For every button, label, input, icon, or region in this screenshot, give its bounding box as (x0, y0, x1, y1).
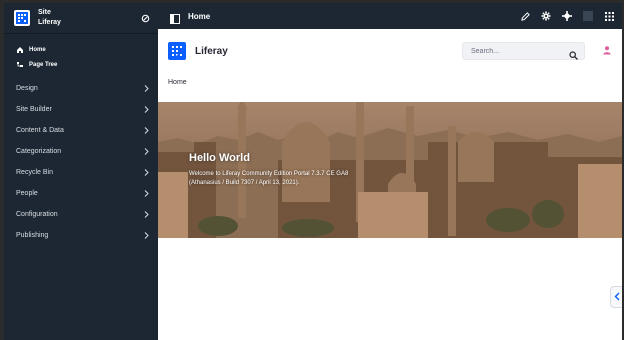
site-label: Site (38, 9, 51, 16)
chevron-right-icon (143, 106, 150, 113)
chevron-right-icon (143, 232, 150, 239)
sidebar-item-site-builder[interactable]: Site Builder (4, 99, 158, 120)
sidebar-item-people[interactable]: People (4, 183, 158, 204)
gear-icon[interactable] (541, 11, 551, 21)
site-header: Liferay (158, 29, 622, 76)
banner-description-line2: (Athanasius / Build 7307 / April 13, 202… (189, 180, 300, 186)
site-selector[interactable]: Site Liferay (4, 3, 158, 34)
sidebar-toggle-icon[interactable] (170, 11, 180, 24)
sidebar-item-categorization[interactable]: Categorization (4, 141, 158, 162)
sidebar-item-label: Content & Data (16, 127, 64, 134)
chevron-right-icon (143, 127, 150, 134)
user-avatar-icon[interactable] (600, 43, 614, 57)
side-panel-toggle[interactable] (610, 286, 622, 308)
sidebar-item-label: Design (16, 85, 38, 92)
search-bar (462, 42, 585, 60)
site-logo-icon (14, 10, 30, 26)
banner-title: Hello World (189, 152, 250, 164)
sidebar-item-label: Publishing (16, 232, 49, 239)
sidebar-item-label: Page Tree (29, 61, 58, 68)
chevron-right-icon (143, 169, 150, 176)
sidebar-item-label: Categorization (16, 148, 62, 155)
sidebar-item-recycle-bin[interactable]: Recycle Bin (4, 162, 158, 183)
sidebar-item-configuration[interactable]: Configuration (4, 204, 158, 225)
browser-viewport: Site Liferay Home Page Tree Design Site … (4, 3, 622, 340)
sidebar-item-label: Configuration (16, 211, 58, 218)
chevron-right-icon (143, 211, 150, 218)
sidebar-item-label: Recycle Bin (16, 169, 53, 176)
page-title: Home (188, 11, 211, 21)
chevron-right-icon (143, 148, 150, 155)
sidebar-item-publishing[interactable]: Publishing (4, 225, 158, 246)
liferay-logo-icon (168, 42, 186, 60)
sidebar-item-label: Site Builder (16, 106, 52, 113)
apps-grid-icon[interactable] (604, 11, 614, 21)
breadcrumb[interactable]: Home (168, 79, 187, 86)
divider (583, 11, 593, 21)
sidebar-item-label: Home (29, 46, 46, 53)
sidebar-item-home[interactable]: Home (4, 42, 158, 57)
banner-description-line1: Welcome to Liferay Community Edition Por… (189, 171, 349, 177)
edit-icon[interactable] (520, 11, 530, 21)
control-menu: Home (158, 3, 622, 29)
search-input[interactable] (471, 47, 569, 55)
chevron-right-icon (143, 190, 150, 197)
hero-banner: Hello World Welcome to Liferay Community… (158, 102, 622, 238)
sidebar-item-content-data[interactable]: Content & Data (4, 120, 158, 141)
sidebar-item-design[interactable]: Design (4, 78, 158, 99)
chevron-left-icon (614, 288, 620, 306)
brand-link[interactable]: Liferay (168, 42, 228, 60)
simulation-icon[interactable] (562, 11, 572, 21)
sidebar-item-page-tree[interactable]: Page Tree (4, 57, 158, 72)
home-icon (16, 46, 24, 54)
chevron-right-icon (143, 85, 150, 92)
search-icon[interactable] (569, 47, 578, 60)
page-tree-icon (16, 61, 24, 69)
site-name: Liferay (38, 19, 61, 26)
brand-name: Liferay (195, 45, 228, 57)
site-settings-icon[interactable] (140, 13, 150, 23)
sidebar-item-label: People (16, 190, 38, 197)
product-menu-sidebar: Site Liferay Home Page Tree Design Site … (4, 3, 158, 340)
